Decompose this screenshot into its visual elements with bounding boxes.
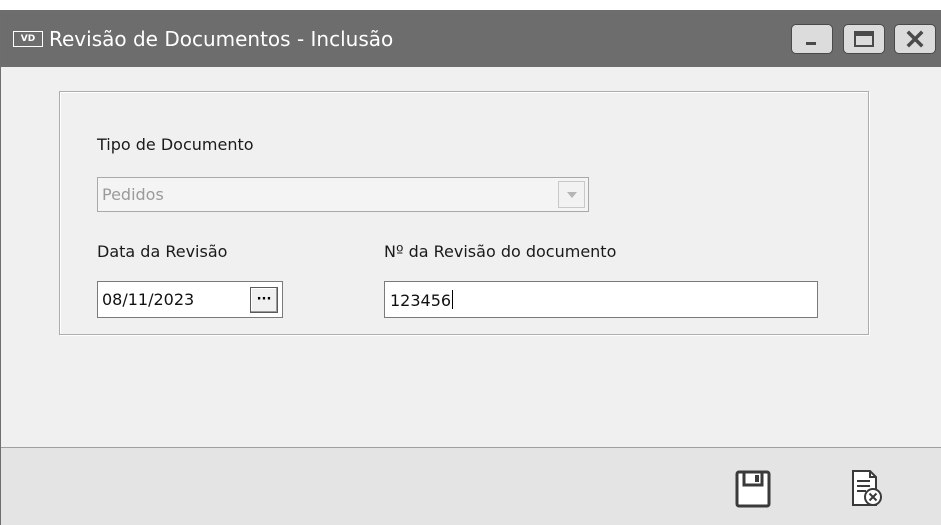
tipo-documento-select[interactable]: Pedidos: [97, 177, 589, 212]
text-caret: [452, 290, 454, 309]
tipo-documento-dropdown-button[interactable]: [558, 181, 585, 208]
ellipsis-icon: ···: [256, 292, 272, 307]
floppy-disk-icon: [735, 470, 771, 508]
maximize-icon: [854, 31, 874, 47]
numero-revisao-value: 123456: [390, 291, 452, 310]
data-revisao-input[interactable]: 08/11/2023 ···: [97, 281, 283, 318]
window-title: Revisão de Documentos - Inclusão: [49, 27, 394, 51]
document-cancel-icon: [852, 470, 882, 506]
numero-revisao-input[interactable]: 123456: [384, 281, 818, 318]
cancel-button[interactable]: [845, 465, 889, 513]
data-revisao-value: 08/11/2023: [102, 290, 195, 309]
form-group-box: Tipo de Documento Pedidos Data da Revisã…: [59, 91, 869, 335]
date-picker-button[interactable]: ···: [250, 287, 278, 313]
form-area: Tipo de Documento Pedidos Data da Revisã…: [1, 67, 941, 447]
dialog-window: VD Revisão de Documentos - Inclusão Tipo…: [0, 10, 941, 525]
close-button[interactable]: [894, 24, 936, 54]
bottom-toolbar: [1, 447, 941, 525]
tipo-documento-value: Pedidos: [102, 185, 164, 204]
maximize-button[interactable]: [843, 24, 885, 54]
title-bar[interactable]: VD Revisão de Documentos - Inclusão: [1, 10, 941, 67]
app-icon: VD: [13, 31, 43, 47]
app-icon-text: VD: [20, 34, 36, 44]
close-icon: [906, 30, 924, 48]
save-button[interactable]: [731, 465, 775, 513]
minimize-button[interactable]: [791, 24, 833, 54]
numero-revisao-label: Nº da Revisão do documento: [384, 242, 617, 261]
data-revisao-label: Data da Revisão: [97, 242, 228, 261]
minimize-icon: [806, 42, 816, 45]
tipo-documento-label: Tipo de Documento: [97, 135, 254, 154]
chevron-down-icon: [566, 191, 577, 198]
